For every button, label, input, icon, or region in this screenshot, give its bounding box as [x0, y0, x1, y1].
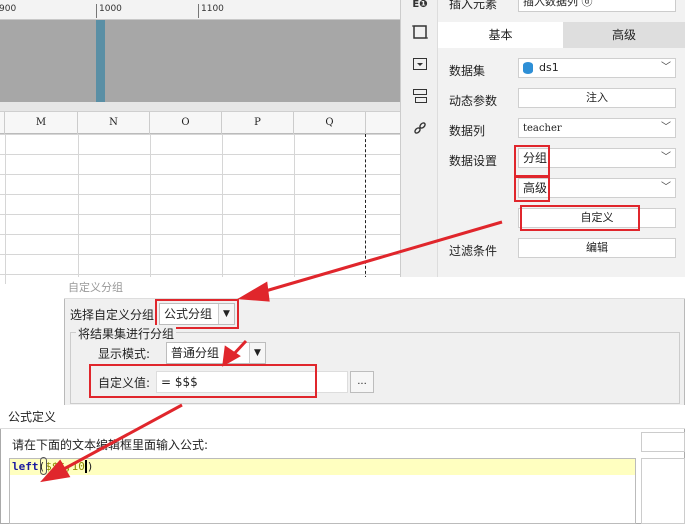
arrow-head — [237, 281, 270, 302]
arrow-custom-to-dialog — [261, 220, 503, 294]
arrow-head — [40, 459, 71, 483]
annotation-arrows — [40, 220, 503, 483]
arrow-to-formula — [61, 403, 183, 472]
